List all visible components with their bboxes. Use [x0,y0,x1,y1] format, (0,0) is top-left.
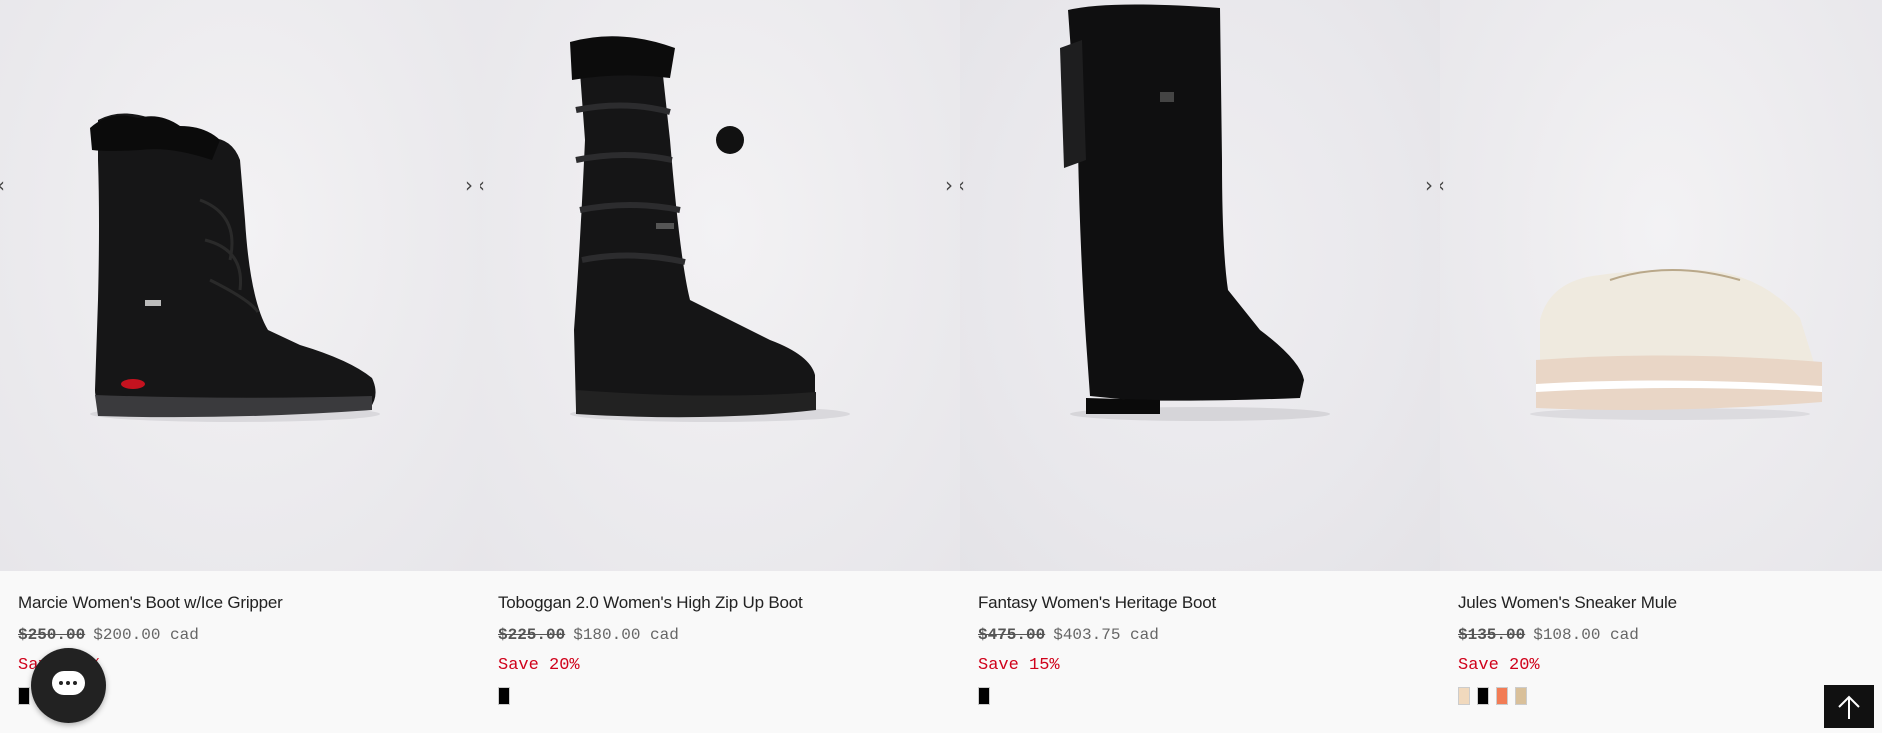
color-swatch[interactable] [978,687,990,705]
chat-widget-button[interactable] [31,648,106,723]
carousel-next-arrow[interactable]: › [462,174,476,196]
product-image[interactable]: ‹ [1440,0,1882,571]
sale-price: $180.00 cad [573,626,679,644]
color-swatch[interactable] [498,687,510,705]
product-price: $250.00 $200.00 cad [18,626,480,644]
color-swatches [1458,687,1882,705]
original-price: $250.00 [18,626,86,644]
product-price: $475.00 $403.75 cad [978,626,1440,644]
arrow-up-icon [1838,695,1860,719]
product-title[interactable]: Fantasy Women's Heritage Boot [978,593,1440,613]
product-info: Jules Women's Sneaker Mule $135.00 $108.0… [1440,571,1882,705]
carousel-prev-arrow[interactable]: ‹ [1440,174,1448,196]
boot-image [90,113,380,422]
product-price: $225.00 $180.00 cad [498,626,960,644]
sale-price: $403.75 cad [1053,626,1159,644]
original-price: $135.00 [1458,626,1526,644]
color-swatches [978,687,1440,705]
discount-label: Save 20% [498,656,580,675]
color-swatch[interactable] [18,687,30,705]
product-title[interactable]: Marcie Women's Boot w/Ice Gripper [18,593,480,613]
discount-label: Save 15% [978,656,1060,675]
product-image[interactable]: ‹ › [960,0,1440,571]
carousel-prev-arrow[interactable]: ‹ [480,174,488,196]
product-info: Toboggan 2.0 Women's High Zip Up Boot $2… [480,571,960,705]
product-image[interactable]: ‹ › [0,0,480,571]
chat-bubble-icon [52,671,85,695]
product-title[interactable]: Jules Women's Sneaker Mule [1458,593,1882,613]
boot-image [570,36,850,422]
color-swatch[interactable] [1496,687,1508,705]
back-to-top-button[interactable] [1824,685,1874,728]
product-info: Fantasy Women's Heritage Boot $475.00 $40… [960,571,1440,705]
original-price: $475.00 [978,626,1046,644]
product-card[interactable]: ‹ › Fantasy Women's Heritage Boot $475.0… [960,0,1440,728]
carousel-next-arrow[interactable]: › [942,174,956,196]
boot-image [1060,4,1330,421]
carousel-next-arrow[interactable]: › [1422,174,1436,196]
color-swatch[interactable] [1458,687,1470,705]
product-price: $135.00 $108.00 cad [1458,626,1882,644]
product-card[interactable]: ‹ › Toboggan 2.0 Women's High Zip Up Boo… [480,0,960,728]
discount-label: Save 20% [1458,656,1540,675]
product-card[interactable]: ‹ › Marcie Women's Boot w/Ice Gripper $2… [0,0,480,728]
shoe-image [1530,269,1822,420]
product-grid: ‹ › Marcie Women's Boot w/Ice Gripper $2… [0,0,1882,728]
sale-price: $108.00 cad [1533,626,1639,644]
carousel-prev-arrow[interactable]: ‹ [960,174,968,196]
product-title[interactable]: Toboggan 2.0 Women's High Zip Up Boot [498,593,960,613]
original-price: $225.00 [498,626,566,644]
carousel-prev-arrow[interactable]: ‹ [0,174,8,196]
product-card[interactable]: ‹ Jules Women's Sneaker Mule $135.00 $108… [1440,0,1882,728]
color-swatch[interactable] [1477,687,1489,705]
sale-price: $200.00 cad [93,626,199,644]
color-swatch[interactable] [1515,687,1527,705]
product-image[interactable]: ‹ › [480,0,960,571]
color-swatches [498,687,960,705]
